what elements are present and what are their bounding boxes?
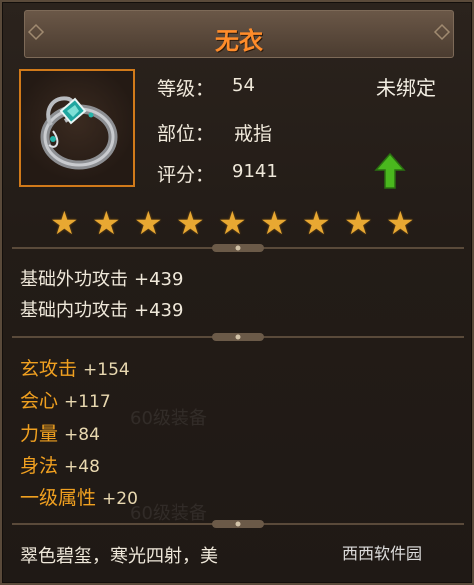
bonus-stat-name: 玄攻击 — [20, 358, 78, 380]
base-stat-name: 基础外功攻击 — [20, 269, 128, 290]
flavor-text: 翠色碧玺，寒光四射，美 — [20, 546, 218, 567]
bonus-stat-name: 身法 — [20, 455, 59, 477]
item-icon-frame[interactable] — [19, 69, 135, 187]
base-stat-name: 基础内功攻击 — [20, 300, 128, 321]
divider — [12, 244, 464, 252]
bonus-stat-value: +117 — [64, 392, 111, 412]
star-icon: ★ — [50, 204, 79, 242]
bonus-stat-name: 会心 — [20, 390, 59, 412]
bonus-stat-name: 一级属性 — [20, 487, 97, 509]
base-stat-line: 基础外功攻击 +439 — [20, 265, 183, 291]
score-label: 评分： — [157, 164, 215, 186]
bonus-stat-name: 力量 — [20, 423, 59, 445]
star-icon: ★ — [260, 204, 289, 242]
upgrade-arrow-icon — [374, 152, 406, 189]
slot-value: 戒指 — [234, 123, 273, 145]
slot-label: 部位： — [157, 123, 215, 145]
base-stat-line: 基础内功攻击 +439 — [20, 296, 183, 322]
base-stat-value: +439 — [134, 269, 184, 290]
base-stat-value: +439 — [134, 300, 184, 321]
star-icon: ★ — [176, 204, 205, 242]
divider — [12, 520, 464, 528]
star-icon: ★ — [302, 204, 331, 242]
watermark: 西西软件园 — [342, 544, 423, 563]
star-icon: ★ — [134, 204, 163, 242]
star-icon: ★ — [386, 204, 415, 242]
background-text: 60级装备 — [130, 408, 207, 429]
star-icon: ★ — [218, 204, 247, 242]
bonus-stat-line: 力量 +84 — [20, 419, 100, 446]
bind-status: 未绑定 — [376, 76, 436, 100]
item-name: 无衣 — [215, 27, 263, 55]
bonus-stat-line: 一级属性 +20 — [20, 483, 138, 510]
star-icon: ★ — [92, 204, 121, 242]
item-tooltip-panel: 60级装备 60级装备 无衣 等级： 54 未绑定 部位： 戒指 评分： 914… — [0, 0, 474, 585]
bonus-stat-line: 身法 +48 — [20, 451, 100, 478]
bonus-stat-value: +48 — [64, 457, 100, 477]
score-value: 9141 — [232, 161, 278, 182]
level-value: 54 — [232, 75, 255, 96]
bonus-stat-line: 会心 +117 — [20, 386, 111, 413]
title-bar: 无衣 — [24, 10, 454, 58]
ornament-icon — [433, 23, 451, 41]
level-label: 等级： — [157, 78, 215, 100]
bonus-stat-value: +154 — [83, 360, 130, 380]
bonus-stat-value: +20 — [102, 489, 138, 509]
bonus-stat-value: +84 — [64, 425, 100, 445]
star-icon: ★ — [344, 204, 373, 242]
bonus-stat-line: 玄攻击 +154 — [20, 354, 130, 381]
divider — [12, 333, 464, 341]
jade-ring-icon — [40, 96, 118, 170]
